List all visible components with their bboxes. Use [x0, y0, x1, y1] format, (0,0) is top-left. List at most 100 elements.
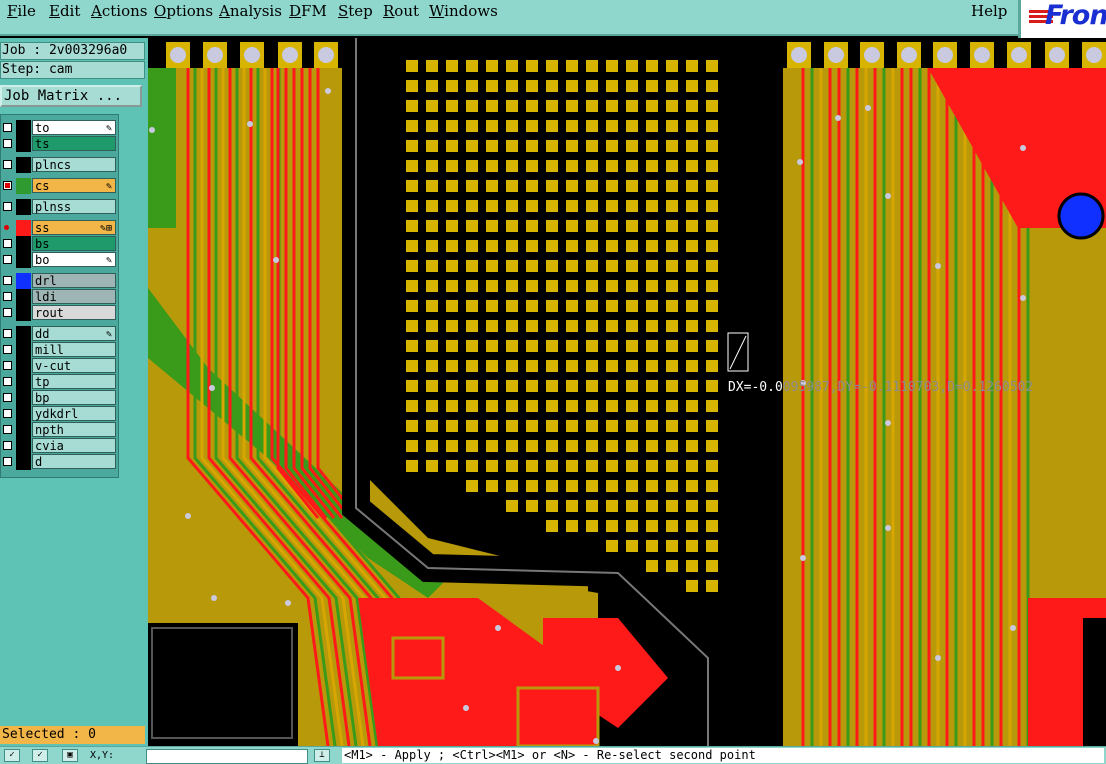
- layer-row-bs[interactable]: bs: [1, 236, 118, 252]
- layer-row-cs[interactable]: cs ✎: [1, 178, 118, 194]
- menu-edit[interactable]: Edit: [49, 2, 80, 20]
- bga-pad: [686, 480, 698, 492]
- layer-color-swatch[interactable]: [16, 422, 31, 438]
- layer-checkbox[interactable]: [3, 292, 12, 301]
- menu-step[interactable]: Step: [338, 2, 373, 20]
- layer-row-ydkdrl[interactable]: ydkdrl: [1, 406, 118, 422]
- layer-row-to[interactable]: to ✎: [1, 120, 118, 136]
- layer-row-rout[interactable]: rout: [1, 305, 118, 321]
- bga-pad: [506, 240, 518, 252]
- menu-file[interactable]: File: [7, 2, 36, 20]
- layer-color-swatch[interactable]: [16, 220, 31, 236]
- layer-checkbox[interactable]: [3, 202, 12, 211]
- layer-color-swatch[interactable]: [16, 390, 31, 406]
- layer-color-swatch[interactable]: [16, 136, 31, 152]
- layer-color-swatch[interactable]: [16, 438, 31, 454]
- layer-row-cvia[interactable]: cvia: [1, 438, 118, 454]
- menu-dfm[interactable]: DFM: [289, 2, 327, 20]
- layer-color-swatch[interactable]: [16, 236, 31, 252]
- layer-color-swatch[interactable]: [16, 358, 31, 374]
- layer-row-ss[interactable]: ss ✎⊞: [1, 220, 118, 236]
- layer-checkbox[interactable]: [3, 409, 12, 418]
- menu-analysis[interactable]: Analysis: [219, 2, 282, 20]
- layer-name[interactable]: bp: [32, 390, 116, 405]
- layer-name[interactable]: tp: [32, 374, 116, 389]
- layer-name[interactable]: ss ✎⊞: [32, 220, 116, 235]
- menu-help[interactable]: Help: [971, 2, 1007, 20]
- select-icon[interactable]: ▣: [62, 749, 78, 762]
- layer-checkbox[interactable]: [3, 239, 12, 248]
- layer-name[interactable]: plnss: [32, 199, 116, 214]
- layer-color-swatch[interactable]: [16, 199, 31, 215]
- layer-name[interactable]: bs: [32, 236, 116, 251]
- layer-checkbox[interactable]: [3, 393, 12, 402]
- layer-row-drl[interactable]: drl: [1, 273, 118, 289]
- layer-color-swatch[interactable]: [16, 120, 31, 136]
- layer-checkbox[interactable]: [3, 441, 12, 450]
- layer-color-swatch[interactable]: [16, 342, 31, 358]
- layer-name[interactable]: ydkdrl: [32, 406, 116, 421]
- menu-actions[interactable]: Actions: [91, 2, 147, 20]
- layer-color-swatch[interactable]: [16, 374, 31, 390]
- grid-icon[interactable]: ✓: [32, 749, 48, 762]
- layer-checkbox[interactable]: [3, 329, 12, 338]
- layer-name[interactable]: ldi: [32, 289, 116, 304]
- layer-checkbox[interactable]: [3, 123, 12, 132]
- layer-name[interactable]: bo ✎: [32, 252, 116, 267]
- layer-checkbox[interactable]: [3, 160, 12, 169]
- layer-color-swatch[interactable]: [16, 252, 31, 268]
- layer-row-bo[interactable]: bo ✎: [1, 252, 118, 268]
- layer-checkbox[interactable]: [3, 308, 12, 317]
- layer-name[interactable]: v-cut: [32, 358, 116, 373]
- layer-checkbox[interactable]: [3, 425, 12, 434]
- layer-checkbox[interactable]: [3, 457, 12, 466]
- snap-icon[interactable]: ✓: [4, 749, 20, 762]
- layer-color-swatch[interactable]: [16, 305, 31, 321]
- layer-row-v-cut[interactable]: v-cut: [1, 358, 118, 374]
- layer-name[interactable]: to ✎: [32, 120, 116, 135]
- job-matrix-button[interactable]: Job Matrix ...: [0, 85, 142, 107]
- layer-color-swatch[interactable]: [16, 326, 31, 342]
- layer-checkbox[interactable]: [3, 255, 12, 264]
- layer-color-swatch[interactable]: [16, 289, 31, 305]
- layer-row-ldi[interactable]: ldi: [1, 289, 118, 305]
- layer-name[interactable]: ts: [32, 136, 116, 151]
- layer-color-swatch[interactable]: [16, 406, 31, 422]
- layer-name[interactable]: npth: [32, 422, 116, 437]
- layer-row-ts[interactable]: ts: [1, 136, 118, 152]
- layer-name[interactable]: mill: [32, 342, 116, 357]
- layer-row-mill[interactable]: mill: [1, 342, 118, 358]
- coordinate-field[interactable]: [146, 749, 308, 764]
- prompt-icon[interactable]: ⊥: [314, 749, 330, 762]
- layer-row-npth[interactable]: npth: [1, 422, 118, 438]
- menu-options[interactable]: Options: [154, 2, 213, 20]
- layer-checkbox[interactable]: [3, 377, 12, 386]
- layer-color-swatch[interactable]: [16, 178, 31, 194]
- layer-name[interactable]: cvia: [32, 438, 116, 453]
- layer-checkbox[interactable]: [3, 276, 12, 285]
- layer-row-tp[interactable]: tp: [1, 374, 118, 390]
- layer-checkbox[interactable]: [3, 345, 12, 354]
- layer-name[interactable]: drl: [32, 273, 116, 288]
- layer-color-swatch[interactable]: [16, 157, 31, 173]
- layer-checkbox[interactable]: [3, 361, 12, 370]
- layer-name[interactable]: dd ✎: [32, 326, 116, 341]
- bga-pad: [686, 140, 698, 152]
- layer-color-swatch[interactable]: [16, 273, 31, 289]
- layer-checkbox[interactable]: [3, 139, 12, 148]
- layer-row-d[interactable]: d: [1, 454, 118, 470]
- layer-name[interactable]: rout: [32, 305, 116, 320]
- layer-name[interactable]: plncs: [32, 157, 116, 172]
- layer-name[interactable]: d: [32, 454, 116, 469]
- layer-checkbox[interactable]: [3, 181, 12, 190]
- layer-name[interactable]: cs ✎: [32, 178, 116, 193]
- layer-row-dd[interactable]: dd ✎: [1, 326, 118, 342]
- layer-color-swatch[interactable]: [16, 454, 31, 470]
- menu-windows[interactable]: Windows: [429, 2, 498, 20]
- layer-row-plnss[interactable]: plnss: [1, 199, 118, 215]
- layer-row-plncs[interactable]: plncs: [1, 157, 118, 173]
- menu-rout[interactable]: Rout: [383, 2, 419, 20]
- bga-pad: [646, 200, 658, 212]
- logo: Fron: [1018, 0, 1106, 38]
- layer-row-bp[interactable]: bp: [1, 390, 118, 406]
